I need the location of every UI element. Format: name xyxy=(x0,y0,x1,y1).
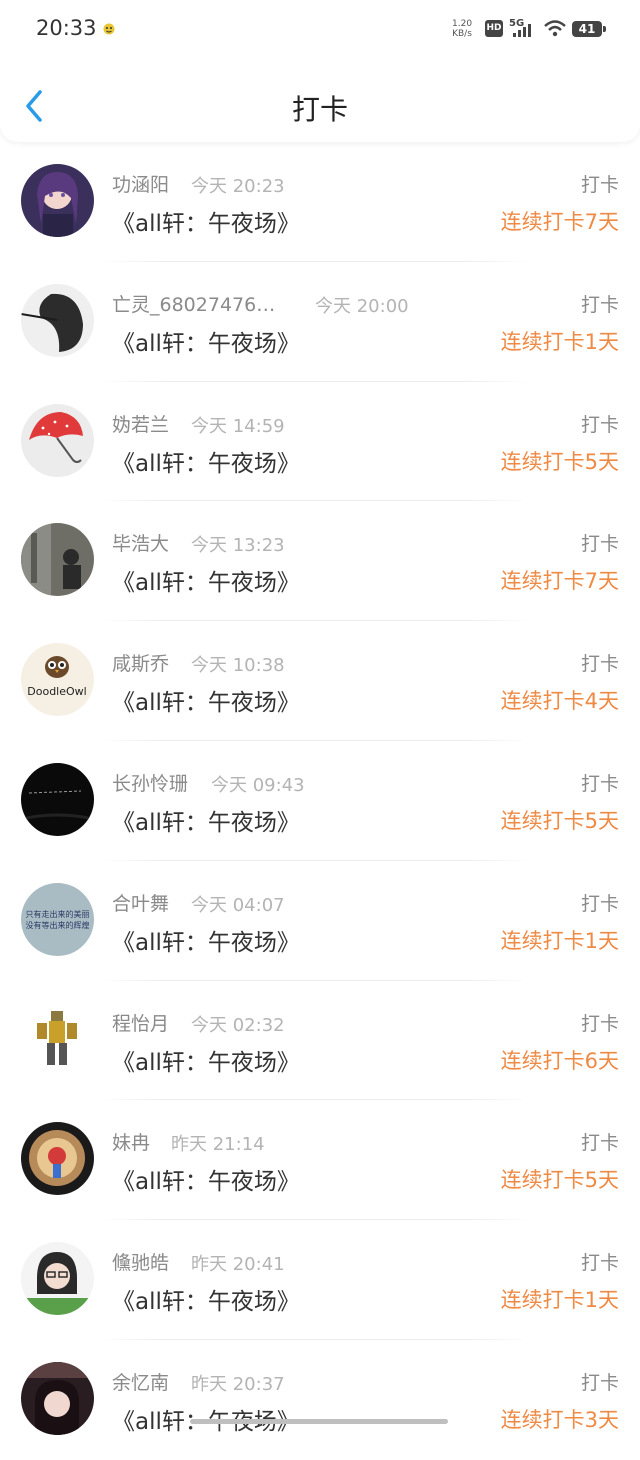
status-time: 20:33 xyxy=(36,16,97,40)
checkin-label: 打卡 xyxy=(580,533,619,556)
checkin-time: 今天 10:38 xyxy=(191,655,285,677)
checkin-time: 今天 04:07 xyxy=(191,894,285,916)
avatar[interactable] xyxy=(21,523,94,597)
signal-5g-icon: 5G xyxy=(509,18,531,37)
avatar[interactable] xyxy=(21,403,94,477)
user-name: 妫若兰 xyxy=(112,413,170,436)
checkin-time: 今天 09:43 xyxy=(211,774,305,796)
avatar[interactable]: 只有走出来的美丽 没有等出来的辉煌 xyxy=(21,882,94,956)
streak-count: 连续打卡5天 xyxy=(500,449,619,474)
avatar[interactable]: DoodleOwl xyxy=(21,643,94,717)
book-title: 《all轩：午夜场》 xyxy=(112,1169,300,1196)
user-name: 儵驰皓 xyxy=(112,1252,170,1275)
net-speed: 1.20 KB/s xyxy=(452,19,473,39)
streak-count: 连续打卡6天 xyxy=(500,1048,619,1073)
book-title: 《all轩：午夜场》 xyxy=(112,809,300,836)
streak-count: 连续打卡3天 xyxy=(500,1407,619,1432)
page-title: 打卡 xyxy=(291,93,348,126)
checkin-label: 打卡 xyxy=(580,174,619,196)
streak-count: 连续打卡1天 xyxy=(500,329,619,354)
list-item[interactable]: 亡灵_68027476… 今天 20:00 《all轩：午夜场》 打卡 连续打卡… xyxy=(0,262,640,382)
book-title: 《all轩：午夜场》 xyxy=(112,450,300,477)
streak-count: 连续打卡5天 xyxy=(500,1168,619,1193)
checkin-label: 打卡 xyxy=(580,1132,619,1155)
book-title: 《all轩：午夜场》 xyxy=(112,690,300,717)
user-name: 功涵阳 xyxy=(112,174,170,196)
wifi-icon xyxy=(544,20,566,37)
book-title: 《all轩：午夜场》 xyxy=(112,211,300,237)
streak-count: 连续打卡4天 xyxy=(500,689,619,714)
checkin-label: 打卡 xyxy=(580,1252,619,1275)
user-name: 长孙怜珊 xyxy=(112,772,189,795)
home-indicator[interactable] xyxy=(190,1419,448,1424)
checkin-time: 今天 13:23 xyxy=(191,535,285,557)
avatar[interactable] xyxy=(21,1242,94,1316)
notification-icon xyxy=(103,23,115,35)
list-item[interactable]: 妫若兰 今天 14:59 《all轩：午夜场》 打卡 连续打卡5天 xyxy=(0,382,640,502)
svg-text:5G: 5G xyxy=(509,18,524,29)
book-title: 《all轩：午夜场》 xyxy=(112,929,300,956)
nav-bar: 打卡 xyxy=(0,60,640,142)
list-item[interactable]: 毕浩大 今天 13:23 《all轩：午夜场》 打卡 连续打卡7天 xyxy=(0,501,640,622)
user-name: 毕浩大 xyxy=(112,533,170,556)
list-item[interactable]: 功涵阳 今天 20:23 《all轩：午夜场》 打卡 连续打卡7天 xyxy=(0,142,640,262)
checkin-time: 昨天 20:37 xyxy=(191,1373,285,1395)
avatar[interactable] xyxy=(21,1002,94,1076)
list-item[interactable]: 余忆南 昨天 20:37 《all轩：午夜场》 打卡 连续打卡3天 xyxy=(0,1340,640,1460)
streak-count: 连续打卡7天 xyxy=(500,569,619,594)
user-name: 程怡月 xyxy=(112,1012,170,1035)
book-title: 《all轩：午夜场》 xyxy=(112,570,300,597)
svg-text:DoodleOwl: DoodleOwl xyxy=(27,685,86,698)
checkin-label: 打卡 xyxy=(580,892,619,915)
checkin-time: 昨天 20:41 xyxy=(191,1254,285,1276)
battery-icon: 41 xyxy=(572,21,606,37)
checkin-list: 功涵阳 今天 20:23 《all轩：午夜场》 打卡 连续打卡7天 亡灵_680… xyxy=(0,142,640,1460)
book-title: 《all轩：午夜场》 xyxy=(112,1049,300,1076)
streak-count: 连续打卡5天 xyxy=(500,808,619,833)
user-name: 妹冉 xyxy=(112,1132,151,1155)
book-title: 《all轩：午夜场》 xyxy=(112,330,300,357)
status-bar: 20:33 1.20 KB/s HD 5G 41 xyxy=(0,0,640,60)
streak-count: 连续打卡7天 xyxy=(500,210,619,234)
top-bar: 20:33 1.20 KB/s HD 5G 41 打卡 xyxy=(0,0,640,142)
checkin-label: 打卡 xyxy=(580,1012,619,1035)
user-name: 咸斯乔 xyxy=(112,653,170,676)
streak-count: 连续打卡1天 xyxy=(500,928,619,953)
list-item[interactable]: 只有走出来的美丽 没有等出来的辉煌 合叶舞 今天 04:07 《all轩：午夜场… xyxy=(0,861,640,981)
checkin-time: 今天 14:59 xyxy=(191,415,285,437)
user-name: 亡灵_68027476… xyxy=(112,293,276,316)
list-item[interactable]: DoodleOwl 咸斯乔 今天 10:38 《all轩：午夜场》 打卡 连续打… xyxy=(0,621,640,741)
user-name: 合叶舞 xyxy=(112,892,170,915)
avatar[interactable] xyxy=(21,164,94,237)
hd-icon: HD xyxy=(485,20,503,37)
checkin-time: 今天 20:00 xyxy=(315,295,409,317)
avatar[interactable] xyxy=(21,283,94,357)
checkin-label: 打卡 xyxy=(580,772,619,795)
list-item[interactable]: 儵驰皓 昨天 20:41 《all轩：午夜场》 打卡 连续打卡1天 xyxy=(0,1220,640,1340)
list-item[interactable]: 程怡月 今天 02:32 《all轩：午夜场》 打卡 连续打卡6天 xyxy=(0,981,640,1101)
checkin-label: 打卡 xyxy=(580,413,619,436)
checkin-time: 今天 02:32 xyxy=(191,1014,285,1036)
checkin-time: 今天 20:23 xyxy=(191,176,285,197)
checkin-label: 打卡 xyxy=(580,293,619,316)
avatar[interactable] xyxy=(21,762,94,836)
checkin-label: 打卡 xyxy=(580,653,619,676)
avatar[interactable] xyxy=(21,1122,94,1196)
list-item[interactable]: 妹冉 昨天 21:14 《all轩：午夜场》 打卡 连续打卡5天 xyxy=(0,1100,640,1221)
user-name: 余忆南 xyxy=(112,1371,170,1394)
checkin-label: 打卡 xyxy=(580,1371,619,1394)
checkin-time: 昨天 21:14 xyxy=(171,1134,265,1156)
avatar[interactable] xyxy=(21,1361,94,1435)
book-title: 《all轩：午夜场》 xyxy=(112,1289,300,1316)
list-item[interactable]: 长孙怜珊 今天 09:43 《all轩：午夜场》 打卡 连续打卡5天 xyxy=(0,741,640,861)
streak-count: 连续打卡1天 xyxy=(500,1288,619,1313)
